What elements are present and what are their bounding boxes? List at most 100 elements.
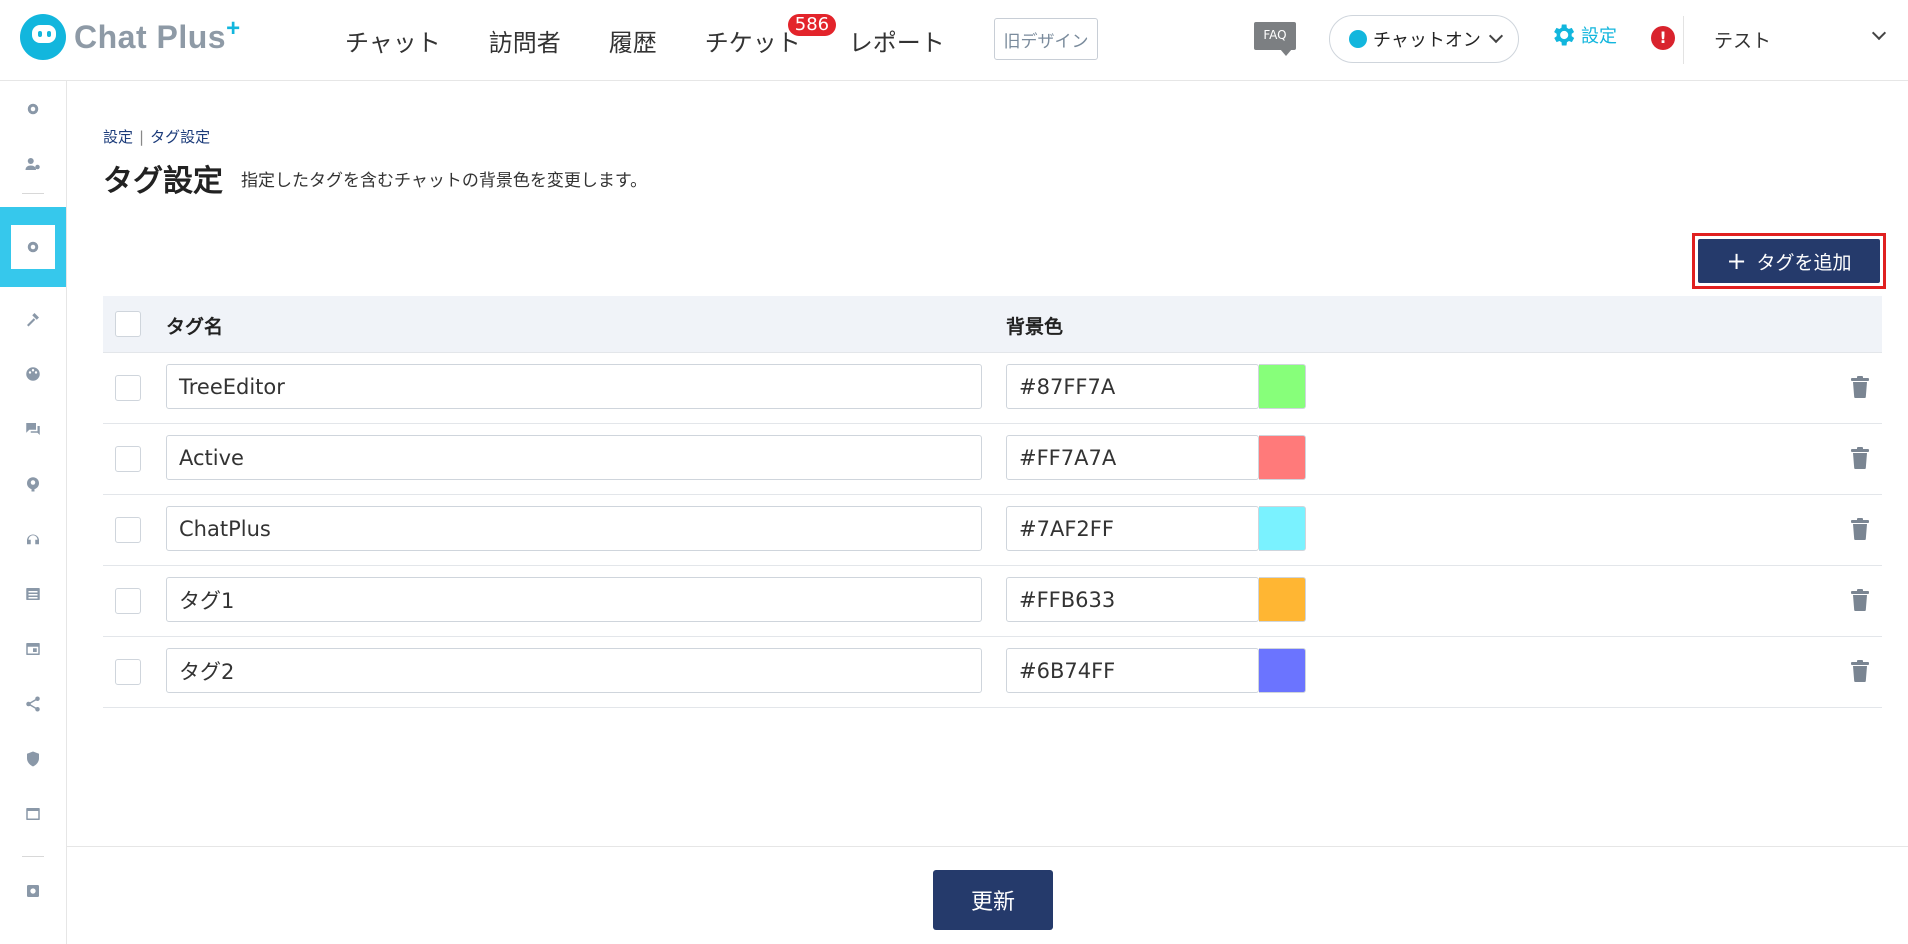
color-swatch[interactable] [1259,577,1306,622]
sidebar-item-list[interactable] [0,574,66,614]
page-description: 指定したタグを含むチャットの背景色を変更します。 [241,171,648,191]
color-swatch[interactable] [1259,648,1306,693]
sidebar-item-basic-settings[interactable] [0,89,66,129]
plus-icon: + [1726,247,1747,275]
headset-icon [27,534,39,545]
nav-reports[interactable]: レポート [849,23,945,58]
row-checkbox[interactable] [115,375,141,401]
column-header-color: 背景色 [1006,316,1064,338]
account-dropdown[interactable]: テスト [1714,25,1887,53]
nav-tickets-label: チケット [704,28,801,57]
main-nav: チャット 訪問者 履歴 チケット 586 レポート [345,0,993,80]
header-divider [1683,16,1684,64]
sidebar-item-general[interactable] [0,871,66,911]
tools-icon [27,313,39,327]
row-checkbox[interactable] [115,517,141,543]
table-row: TreeEditor #87FF7A [103,353,1882,424]
settings-link[interactable]: 設定 [1549,21,1617,49]
sidebar-item-share[interactable] [0,684,66,724]
gear-icon [1554,24,1575,46]
nav-tickets[interactable]: チケット 586 [704,13,837,58]
add-tag-button[interactable]: + タグを追加 [1698,239,1880,283]
alert-icon[interactable]: ! [1651,26,1675,50]
sidebar-item-window[interactable] [0,629,66,669]
settings-label: 設定 [1581,26,1617,47]
app-logo[interactable]: Chat Plus+ [20,14,241,60]
tag-name-input[interactable]: ChatPlus [166,506,982,551]
tag-gear-icon [27,241,39,253]
trash-icon[interactable] [1851,589,1869,611]
old-design-button[interactable]: 旧デザイン [994,18,1098,60]
sidebar-item-chat[interactable] [0,409,66,449]
chat-status-label: チャットオン [1373,30,1481,51]
table-header: タグ名 背景色 [103,296,1882,353]
tag-name-input[interactable]: Active [166,435,982,480]
add-tag-highlight: + タグを追加 [1692,233,1886,289]
tag-table: タグ名 背景色 TreeEditor #87FF7A Active #FF7A7A Ch… [103,296,1882,708]
user-settings-icon [25,158,40,170]
chat-icon [26,423,40,435]
logo-text: Chat Plus+ [74,14,241,55]
color-swatch[interactable] [1259,364,1306,409]
row-checkbox[interactable] [115,446,141,472]
table-row: タグ2 #6B74FF [103,637,1882,708]
tag-color-input[interactable]: #FFB633 [1006,577,1259,622]
settings-small-icon [27,885,39,897]
shield-icon [27,751,39,767]
nav-visitors[interactable]: 訪問者 [489,23,561,58]
status-dot-icon [1349,30,1367,48]
tag-name-input[interactable]: TreeEditor [166,364,982,409]
top-header: Chat Plus+ チャット 訪問者 履歴 チケット 586 レポート 旧デザ… [0,0,1908,81]
sidebar-item-support[interactable] [0,519,66,559]
breadcrumb-settings[interactable]: 設定 [103,128,133,146]
breadcrumb: 設定 | タグ設定 [103,126,210,147]
tag-color-input[interactable]: #87FF7A [1006,364,1259,409]
chevron-down-icon [1871,25,1887,41]
nav-chat[interactable]: チャット [345,23,441,58]
footer-divider [67,846,1908,847]
sidebar-item-tag-settings[interactable] [0,207,66,287]
sidebar-item-tools[interactable] [0,299,66,339]
share-icon [26,696,40,712]
trash-icon[interactable] [1851,660,1869,682]
row-checkbox[interactable] [115,588,141,614]
tag-color-input[interactable]: #FF7A7A [1006,435,1259,480]
trash-icon[interactable] [1851,447,1869,469]
sidebar-item-design[interactable] [0,354,66,394]
sidebar [0,81,67,944]
tag-color-input[interactable]: #7AF2FF [1006,506,1259,551]
sidebar-divider [22,856,44,857]
window-icon [26,643,40,655]
trash-icon[interactable] [1851,518,1869,540]
tag-name-input[interactable]: タグ2 [166,648,982,693]
breadcrumb-current[interactable]: タグ設定 [150,128,210,146]
faq-icon[interactable]: FAQ [1254,22,1296,56]
sidebar-divider [22,193,44,194]
list-icon [26,588,40,600]
table-row: タグ1 #FFB633 [103,566,1882,637]
sidebar-item-browser[interactable] [0,794,66,834]
color-swatch[interactable] [1259,435,1306,480]
account-name: テスト [1714,30,1772,52]
tag-color-input[interactable]: #6B74FF [1006,648,1259,693]
chevron-down-icon [1488,28,1503,44]
palette-icon [26,367,40,381]
chat-status-dropdown[interactable]: チャットオン [1329,15,1519,63]
select-all-checkbox[interactable] [115,311,141,337]
update-button[interactable]: 更新 [933,870,1053,930]
table-row: ChatPlus #7AF2FF [103,495,1882,566]
tag-name-input[interactable]: タグ1 [166,577,982,622]
table-row: Active #FF7A7A [103,424,1882,495]
gear-icon [27,103,39,115]
trash-icon[interactable] [1851,376,1869,398]
browser-icon [26,808,40,820]
row-checkbox[interactable] [115,659,141,685]
chat-plus-logo-icon [20,14,66,60]
nav-history[interactable]: 履歴 [609,23,657,58]
bot-icon [27,477,39,492]
sidebar-item-user-settings[interactable] [0,144,66,184]
sidebar-item-security[interactable] [0,739,66,779]
color-swatch[interactable] [1259,506,1306,551]
breadcrumb-separator: | [139,128,145,146]
sidebar-item-bot[interactable] [0,464,66,504]
